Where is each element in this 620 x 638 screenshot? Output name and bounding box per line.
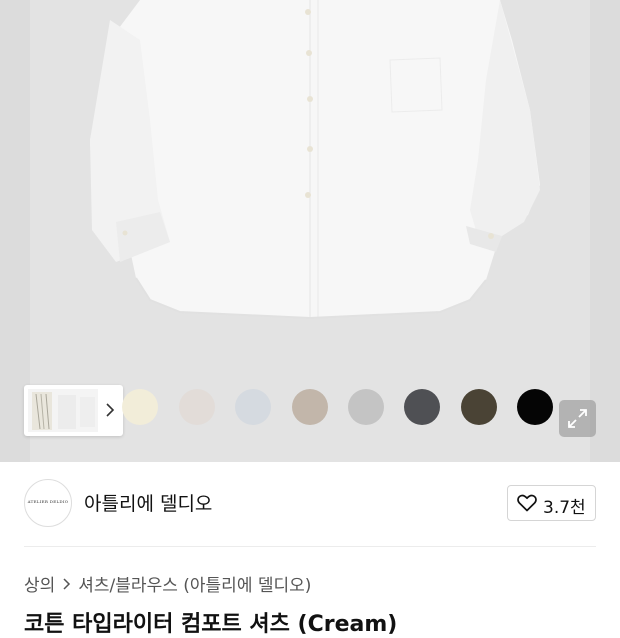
brand-logo[interactable]: ATELIER DELDIO <box>24 479 72 527</box>
color-swatch-taupe[interactable] <box>292 389 328 425</box>
color-swatch-light-blue[interactable] <box>235 389 271 425</box>
breadcrumb-item-brand[interactable]: (아틀리에 델디오) <box>183 571 311 596</box>
expand-icon <box>568 409 587 428</box>
breadcrumb: 상의 셔츠/블라우스 (아틀리에 델디오) <box>24 571 311 596</box>
expand-image-button[interactable] <box>559 400 596 437</box>
color-swatch-dark-brown[interactable] <box>461 389 497 425</box>
color-thumbnail-card[interactable] <box>24 385 123 436</box>
like-count: 3.7천 <box>543 498 586 518</box>
color-swatch-light-gray[interactable] <box>348 389 384 425</box>
color-swatch-light-beige[interactable] <box>179 389 215 425</box>
brand-name[interactable]: 아틀리에 델디오 <box>84 489 212 516</box>
product-title: 코튼 타입라이터 컴포트 셔츠 (Cream) <box>24 612 398 637</box>
thumbnail-shirt-image <box>28 389 98 432</box>
color-swatch-cream[interactable] <box>122 389 158 425</box>
brand-logo-text: ATELIER DELDIO <box>27 499 69 504</box>
color-swatch-charcoal[interactable] <box>404 389 440 425</box>
heart-icon <box>517 494 537 512</box>
color-swatch-black[interactable] <box>517 389 553 425</box>
chevron-right-icon[interactable] <box>103 400 117 420</box>
divider <box>24 546 596 547</box>
brand-row: ATELIER DELDIO 아틀리에 델디오 3.7천 <box>0 462 620 546</box>
breadcrumb-item-subcategory[interactable]: 셔츠/블라우스 <box>78 571 178 596</box>
breadcrumb-item-category[interactable]: 상의 <box>24 571 55 596</box>
chevron-right-icon <box>63 577 71 590</box>
color-swatch-row <box>0 385 620 437</box>
like-button[interactable]: 3.7천 <box>507 485 596 521</box>
